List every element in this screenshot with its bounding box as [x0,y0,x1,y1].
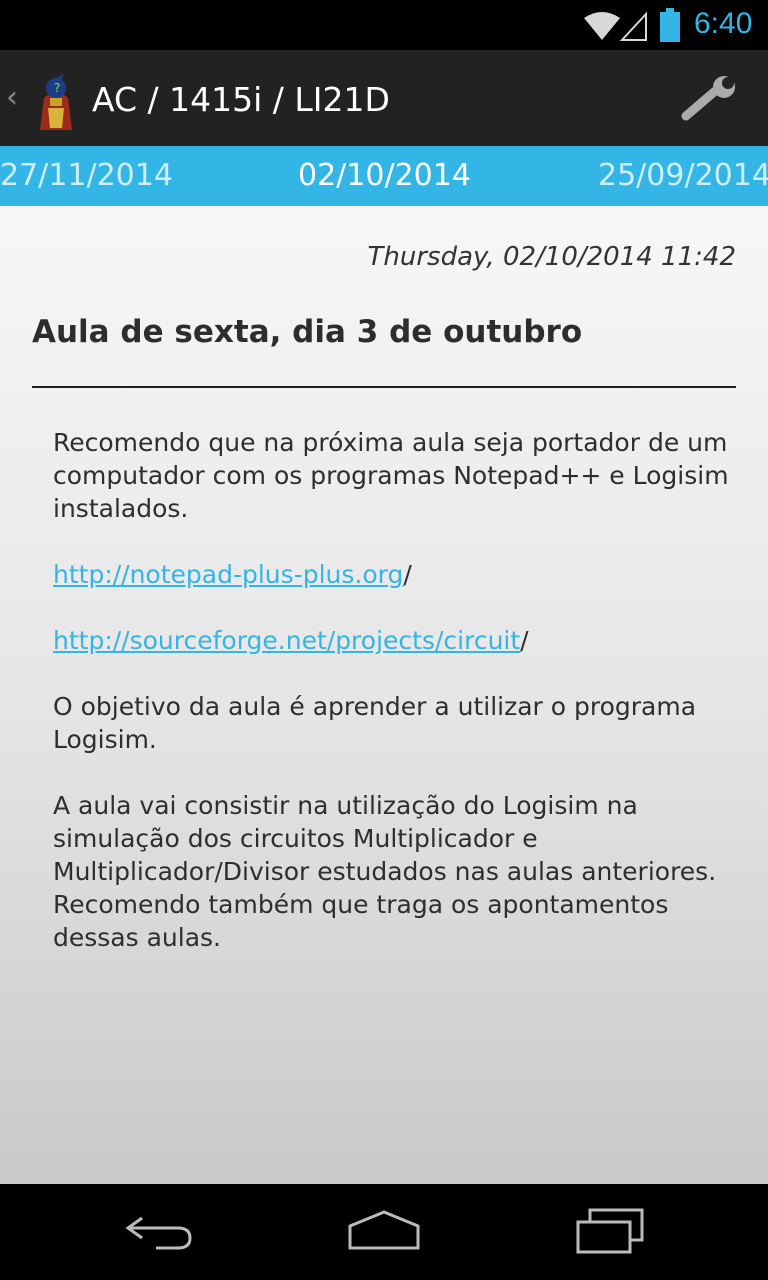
paragraph-3: A aula vai consistir na utilização do Lo… [53,791,717,952]
date-tab-current[interactable]: 02/10/2014 [298,158,471,193]
svg-text:?: ? [54,81,60,95]
link-suffix-1: / [403,560,412,589]
post-body: Recomendo que na próxima aula seja porta… [53,426,733,987]
recent-apps-icon[interactable] [572,1208,648,1254]
action-bar: ‹ ? AC / 1415i / LI21D [0,50,768,146]
app-logo-icon[interactable]: ? [30,72,82,130]
post-content: Thursday, 02/10/2014 11:42 Aula de sexta… [0,206,768,1184]
paragraph-2: O objetivo da aula é aprender a utilizar… [53,692,697,754]
post-timestamp: Thursday, 02/10/2014 11:42 [367,242,736,272]
link-sourceforge[interactable]: http://sourceforge.net/projects/circuit [53,626,520,655]
wifi-icon [584,11,647,41]
link-row-1: http://notepad-plus-plus.org/ [53,558,733,591]
status-bar: 6:40 [0,0,768,50]
status-clock: 6:40 [694,7,753,40]
date-tab-previous[interactable]: 27/11/2014 [0,158,173,193]
date-strip: 27/11/2014 02/10/2014 25/09/2014 [0,146,768,206]
date-tab-next[interactable]: 25/09/2014 [598,158,768,193]
battery-icon [660,8,680,42]
link-suffix-2: / [520,626,529,655]
wrench-icon[interactable] [680,74,742,124]
post-title: Aula de sexta, dia 3 de outubro [32,314,583,350]
navigation-bar [0,1184,768,1280]
link-row-2: http://sourceforge.net/projects/circuit/ [53,624,733,657]
page-title: AC / 1415i / LI21D [92,80,390,119]
up-caret-icon[interactable]: ‹ [6,80,18,115]
title-divider [32,386,736,388]
link-notepad[interactable]: http://notepad-plus-plus.org [53,560,403,589]
paragraph-1: Recomendo que na próxima aula seja porta… [53,428,729,523]
home-icon[interactable] [346,1208,422,1254]
back-icon[interactable] [122,1208,198,1254]
